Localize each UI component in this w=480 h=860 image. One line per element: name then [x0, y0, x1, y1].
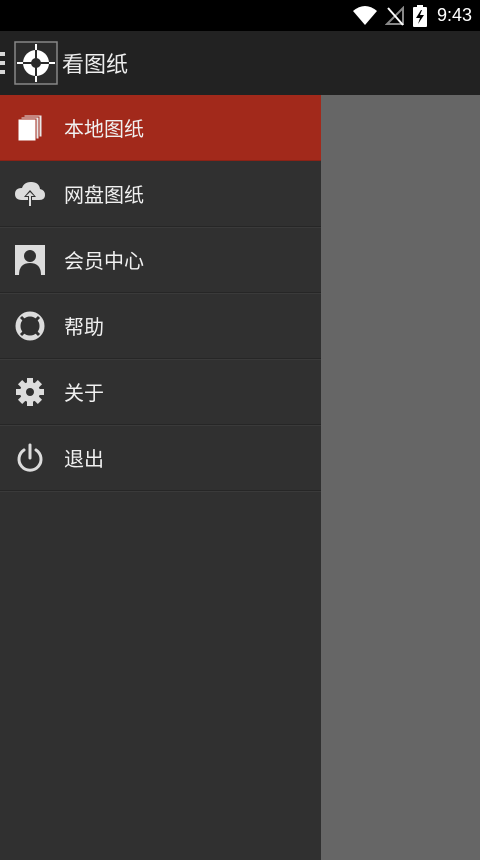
drawer-item-cloud-drawings[interactable]: 网盘图纸: [0, 161, 321, 227]
drawer-indicator-icon[interactable]: [0, 52, 8, 74]
wifi-icon: [352, 5, 377, 26]
app-title: 看图纸: [62, 53, 129, 78]
gear-icon: [14, 376, 46, 408]
lifebuoy-icon: [14, 310, 46, 342]
drawer-item-label: 退出: [64, 447, 104, 471]
battery-charging-icon: [412, 4, 427, 27]
drawer-item-label: 帮助: [64, 315, 104, 339]
status-time: 9:43: [436, 5, 472, 25]
user-profile-icon: [14, 244, 46, 276]
no-signal-icon: [384, 5, 405, 26]
drawer-item-about[interactable]: 关于: [0, 359, 321, 425]
navigation-drawer: 本地图纸 网盘图纸 会员中心 帮助 关于 退出: [0, 95, 321, 860]
drawer-item-help[interactable]: 帮助: [0, 293, 321, 359]
status-bar: 9:43: [0, 0, 480, 31]
drawer-item-label: 会员中心: [64, 249, 144, 273]
app-bar: 看图纸: [0, 31, 480, 95]
cloud-upload-icon: [14, 178, 46, 210]
drawer-item-member-center[interactable]: 会员中心: [0, 227, 321, 293]
drawer-item-label: 网盘图纸: [64, 183, 144, 207]
power-icon: [14, 442, 46, 474]
drawer-item-local-drawings[interactable]: 本地图纸: [0, 95, 321, 161]
drawer-item-logout[interactable]: 退出: [0, 425, 321, 491]
drawer-item-label: 本地图纸: [64, 117, 144, 141]
drawer-item-label: 关于: [64, 381, 104, 405]
crosshair-logo-icon[interactable]: [14, 41, 58, 85]
content-scrim[interactable]: [321, 95, 480, 860]
documents-icon: [14, 112, 46, 144]
